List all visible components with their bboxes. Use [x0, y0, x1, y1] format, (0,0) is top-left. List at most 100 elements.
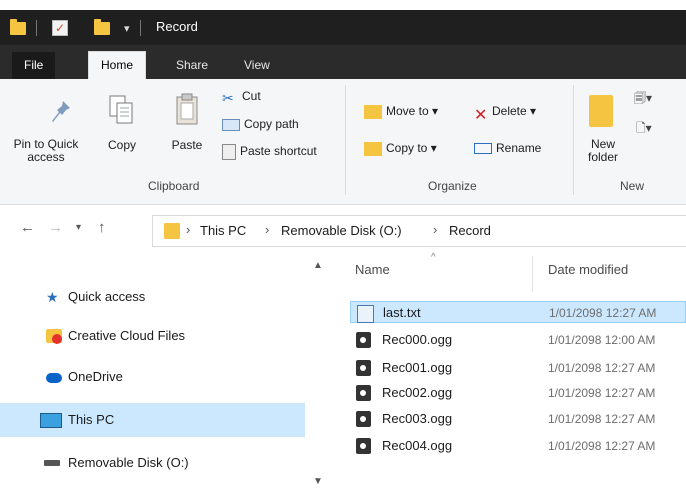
sidebar-item-this-pc[interactable]: This PC	[0, 403, 305, 437]
cloud-icon	[46, 373, 62, 383]
group-separator	[573, 85, 574, 195]
scissors-icon: ✂	[222, 89, 234, 106]
rename-button[interactable]: Rename	[474, 141, 541, 155]
file-name: last.txt	[383, 305, 421, 320]
move-to-button[interactable]: Move to ▾	[364, 104, 438, 119]
up-icon[interactable]: ↑	[98, 219, 106, 236]
file-name: Rec002.ogg	[382, 385, 453, 400]
file-name: Rec001.ogg	[382, 360, 453, 375]
copy-button[interactable]: Copy	[100, 138, 144, 152]
clipboard-group-label: Clipboard	[148, 179, 200, 193]
sidebar-item-creative-cloud[interactable]: Creative Cloud Files	[0, 319, 305, 353]
sidebar-item-quick-access[interactable]: ★ Quick access	[0, 280, 305, 314]
pin-to-quick-access-button[interactable]: Pin to Quick access	[6, 138, 86, 164]
address-bar-area: ← → ▾ ↑ › This PC › Removable Disk (O:) …	[0, 205, 686, 251]
scroll-down-icon[interactable]: ▼	[313, 476, 323, 487]
chevron-right-icon[interactable]: ›	[265, 222, 269, 237]
sidebar-scrollbar[interactable]: ▲ ▼	[306, 252, 330, 495]
sidebar-item-label: This PC	[68, 412, 115, 427]
copy-icon	[109, 95, 133, 124]
text-file-icon	[357, 305, 374, 323]
file-row[interactable]: Rec001.ogg 1/01/2098 12:27 AM	[350, 357, 686, 379]
file-name: Rec003.ogg	[382, 411, 453, 426]
new-folder-icon	[589, 95, 613, 127]
tab-file[interactable]: File	[12, 52, 56, 79]
audio-file-icon	[356, 411, 371, 427]
file-row-last-txt[interactable]: last.txt 1/01/2098 12:27 AM	[350, 301, 686, 323]
window-title: Record	[156, 19, 198, 34]
audio-file-icon	[356, 332, 371, 348]
column-header-name[interactable]: Name	[355, 262, 390, 277]
column-header-date[interactable]: Date modified	[548, 262, 628, 277]
paste-icon	[176, 93, 198, 125]
breadcrumb-removable-disk[interactable]: Removable Disk (O:)	[281, 223, 402, 238]
paste-shortcut-icon	[222, 144, 236, 160]
sidebar-item-label: OneDrive	[68, 369, 123, 384]
new-item-icon[interactable]: 🗐▾	[634, 89, 654, 107]
file-row[interactable]: Rec000.ogg 1/01/2098 12:00 AM	[350, 329, 686, 351]
copy-path-icon	[222, 118, 240, 131]
sidebar-item-onedrive[interactable]: OneDrive	[0, 360, 305, 394]
paste-button[interactable]: Paste	[165, 138, 209, 152]
sidebar-item-label: Removable Disk (O:)	[68, 455, 189, 470]
cut-button[interactable]: ✂ Cut	[222, 89, 261, 106]
toolbar-separator	[140, 20, 141, 36]
file-list: ^ Name Date modified last.txt 1/01/2098 …	[330, 252, 686, 495]
group-separator	[345, 85, 346, 195]
file-row[interactable]: Rec002.ogg 1/01/2098 12:27 AM	[350, 382, 686, 404]
delete-icon: ✕	[474, 106, 488, 124]
folder-icon	[10, 18, 26, 35]
navigation-pane: ★ Quick access Creative Cloud Files OneD…	[0, 252, 330, 495]
column-divider[interactable]	[532, 256, 533, 292]
copy-path-label: Copy path	[244, 117, 299, 131]
tab-view[interactable]: View	[232, 52, 282, 79]
file-row[interactable]: Rec004.ogg 1/01/2098 12:27 AM	[350, 435, 686, 457]
sort-ascending-icon: ^	[431, 252, 436, 263]
pin-label-line2: access	[27, 150, 65, 164]
paste-shortcut-button[interactable]: Paste shortcut	[222, 144, 317, 160]
monitor-icon	[40, 413, 62, 428]
file-date: 1/01/2098 12:27 AM	[548, 386, 656, 400]
address-input[interactable]: › This PC › Removable Disk (O:) › Record	[152, 215, 686, 247]
back-icon[interactable]: ←	[20, 219, 35, 236]
new-group-label: New	[620, 179, 645, 193]
file-name: Rec000.ogg	[382, 332, 453, 347]
sidebar-item-label: Quick access	[68, 289, 146, 304]
sidebar-item-removable-disk[interactable]: Removable Disk (O:)	[0, 446, 305, 480]
breadcrumb-this-pc[interactable]: This PC	[200, 223, 246, 238]
forward-icon[interactable]: →	[48, 219, 63, 236]
copy-path-button[interactable]: Copy path	[222, 117, 299, 131]
file-date: 1/01/2098 12:27 AM	[548, 412, 656, 426]
scroll-up-icon[interactable]: ▲	[313, 260, 323, 271]
properties-icon[interactable]: ✓	[52, 20, 68, 36]
delete-label: Delete ▾	[492, 104, 537, 118]
file-date: 1/01/2098 12:27 AM	[548, 439, 656, 453]
new-folder-button[interactable]: New folder	[580, 138, 626, 164]
file-date: 1/01/2098 12:00 AM	[548, 333, 656, 347]
ribbon-tabs: File Home Share View	[0, 45, 686, 80]
toolbar-separator	[36, 20, 37, 36]
chevron-right-icon[interactable]: ›	[186, 222, 190, 237]
customize-toolbar-icon[interactable]: ▾	[124, 22, 130, 35]
audio-file-icon	[356, 385, 371, 401]
tab-home[interactable]: Home	[88, 51, 147, 80]
ribbon: Pin to Quick access Copy Paste ✂ Cut Copy…	[0, 79, 686, 205]
tab-share[interactable]: Share	[164, 52, 220, 79]
folder-icon	[164, 223, 180, 239]
easy-access-icon[interactable]: 🗋▾	[636, 119, 656, 137]
new-folder-line2: folder	[587, 150, 619, 164]
recent-locations-icon[interactable]: ▾	[76, 222, 81, 233]
quick-access-toolbar	[10, 18, 26, 38]
copy-to-label: Copy to ▾	[386, 141, 437, 155]
chevron-right-icon[interactable]: ›	[433, 222, 437, 237]
organize-group-label: Organize	[428, 179, 477, 193]
new-folder-quick-icon[interactable]	[94, 18, 110, 35]
file-row[interactable]: Rec003.ogg 1/01/2098 12:27 AM	[350, 408, 686, 430]
copy-to-button[interactable]: Copy to ▾	[364, 141, 437, 156]
audio-file-icon	[356, 438, 371, 454]
breadcrumb-record[interactable]: Record	[449, 223, 491, 238]
delete-button[interactable]: ✕ Delete ▾	[474, 104, 537, 124]
paste-shortcut-label: Paste shortcut	[240, 144, 317, 159]
move-to-icon	[364, 104, 382, 119]
copy-to-icon	[364, 141, 382, 156]
